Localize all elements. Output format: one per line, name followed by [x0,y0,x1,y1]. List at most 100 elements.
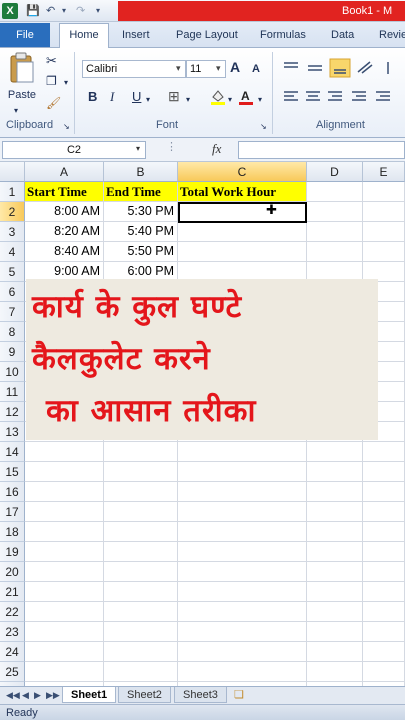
grid-cell[interactable] [363,182,405,202]
sheet-tab-sheet2[interactable]: Sheet2 [118,687,171,703]
row-header[interactable]: 18 [0,522,25,542]
grid-cell[interactable] [104,582,178,602]
row-header[interactable]: 11 [0,382,25,402]
grid-cell[interactable] [363,222,405,242]
grid-cell[interactable] [178,502,307,522]
grid-cell[interactable] [307,202,363,222]
grid-cell[interactable] [307,582,363,602]
column-header-e[interactable]: E [363,162,405,182]
grid-cell[interactable] [178,542,307,562]
grid-cell[interactable] [178,622,307,642]
last-sheet-icon[interactable]: ▶▶ [46,688,60,702]
tab-review[interactable]: Revie [379,24,405,46]
borders-icon[interactable]: ⊞ [168,89,180,103]
italic-button[interactable]: I [110,90,114,104]
grid-cell[interactable] [363,662,405,682]
grid-cell[interactable] [307,642,363,662]
row-header[interactable]: 19 [0,542,25,562]
grid-cell[interactable] [25,522,104,542]
table-row-cell[interactable] [178,222,307,242]
row-header[interactable]: 5 [0,262,25,282]
table-row-cell[interactable]: 8:20 AM [25,222,104,242]
row-header[interactable]: 7 [0,302,25,322]
grid-cell[interactable] [307,662,363,682]
grid-cell[interactable] [25,642,104,662]
borders-dropdown-icon[interactable]: ▾ [186,93,190,107]
shrink-font-button[interactable]: A [252,62,260,76]
tab-home[interactable]: Home [59,23,109,49]
table-row-cell[interactable]: 8:40 AM [25,242,104,262]
file-tab[interactable]: File [0,23,50,47]
first-sheet-icon[interactable]: ◀◀ [6,688,20,702]
grow-font-button[interactable]: A [230,60,240,74]
grid-cell[interactable] [178,582,307,602]
grid-cell[interactable] [25,662,104,682]
grid-cell[interactable] [25,602,104,622]
grid-cell[interactable] [104,662,178,682]
grid-cell[interactable] [178,442,307,462]
font-color-dropdown-icon[interactable]: ▾ [258,93,262,107]
row-header[interactable]: 15 [0,462,25,482]
format-painter-icon[interactable]: 🖌 [46,96,61,110]
table-row-cell[interactable]: 5:50 PM [104,242,178,262]
grid-cell[interactable] [363,542,405,562]
underline-button[interactable]: U [132,90,141,104]
active-cell-c2[interactable] [178,202,307,223]
grid-cell[interactable] [307,182,363,202]
grid-cell[interactable] [363,522,405,542]
copy-icon[interactable]: ❐ [46,74,57,88]
grid-cell[interactable] [104,542,178,562]
font-name-dropdown-icon[interactable]: ▾ [176,63,181,74]
undo-dropdown-icon[interactable]: ▾ [62,4,66,18]
grid-cell[interactable] [178,602,307,622]
sheet-tab-sheet1[interactable]: Sheet1 [62,687,117,703]
name-box[interactable]: C2 [2,141,146,159]
grid-cell[interactable] [104,522,178,542]
table-row-cell[interactable]: 5:30 PM [104,202,178,222]
prev-sheet-icon[interactable]: ◀ [22,688,29,702]
grid-cell[interactable] [307,502,363,522]
row-header[interactable]: 22 [0,602,25,622]
formula-input[interactable] [238,141,405,159]
underline-dropdown-icon[interactable]: ▾ [146,93,150,107]
tab-page-layout[interactable]: Page Layout [176,24,238,46]
grid-cell[interactable] [363,462,405,482]
grid-cell[interactable] [307,522,363,542]
row-header[interactable]: 13 [0,422,25,442]
fill-color-icon[interactable] [210,88,226,106]
paste-dropdown-icon[interactable]: ▾ [14,104,18,118]
column-header-d[interactable]: D [307,162,363,182]
row-header[interactable]: 25 [0,662,25,682]
fill-color-dropdown-icon[interactable]: ▾ [228,93,232,107]
excel-logo-icon[interactable]: X [2,3,18,19]
grid-cell[interactable] [307,562,363,582]
table-row-cell[interactable]: 8:00 AM [25,202,104,222]
grid-cell[interactable] [363,582,405,602]
font-color-icon[interactable]: A [238,88,254,106]
next-sheet-icon[interactable]: ▶ [34,688,41,702]
grid-cell[interactable] [363,502,405,522]
select-all-corner[interactable] [0,162,25,182]
row-header[interactable]: 8 [0,322,25,342]
paste-icon[interactable] [8,52,36,86]
table-row-cell[interactable] [178,242,307,262]
row-header[interactable]: 3 [0,222,25,242]
header-start-time[interactable]: Start Time [25,182,104,202]
sheet-tab-sheet3[interactable]: Sheet3 [174,687,227,703]
grid-cell[interactable] [178,562,307,582]
column-header-a[interactable]: A [25,162,104,182]
grid-cell[interactable] [178,662,307,682]
grid-cell[interactable] [25,582,104,602]
grid-cell[interactable] [178,462,307,482]
table-row-cell[interactable]: 5:40 PM [104,222,178,242]
paste-button[interactable]: Paste [6,88,38,102]
grid-cell[interactable] [104,502,178,522]
grid-cell[interactable] [363,482,405,502]
column-header-c[interactable]: C [178,162,307,182]
redo-icon[interactable]: ↷ [76,4,85,18]
grid-cell[interactable] [307,222,363,242]
grid-cell[interactable] [307,482,363,502]
grid-cell[interactable] [25,462,104,482]
row-header[interactable]: 14 [0,442,25,462]
grid-cell[interactable] [178,482,307,502]
